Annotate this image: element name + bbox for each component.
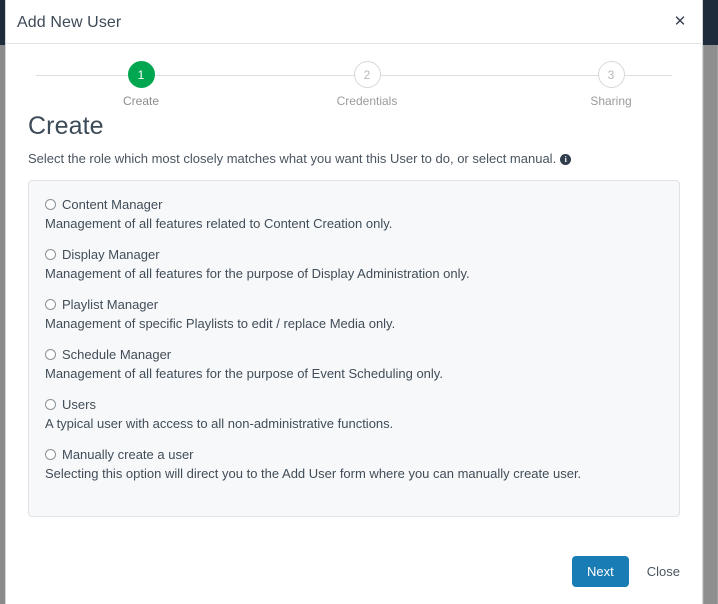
wizard-stepper: 1 Create 2 Credentials 3 Sharing xyxy=(28,44,680,110)
step-label-sharing: Sharing xyxy=(551,94,671,108)
radio-button-users[interactable] xyxy=(45,399,56,410)
role-option-head[interactable]: Manually create a user xyxy=(45,447,663,462)
role-option-description: Management of all features related to Co… xyxy=(45,216,663,231)
page-scrollbar-thumb[interactable] xyxy=(704,45,717,604)
role-option-head[interactable]: Playlist Manager xyxy=(45,297,663,312)
role-option-users[interactable]: Users A typical user with access to all … xyxy=(45,397,663,431)
role-option-display-manager[interactable]: Display Manager Management of all featur… xyxy=(45,247,663,281)
role-option-manual[interactable]: Manually create a user Selecting this op… xyxy=(45,447,663,481)
role-option-head[interactable]: Users xyxy=(45,397,663,412)
role-option-label: Display Manager xyxy=(62,247,160,262)
role-option-head[interactable]: Content Manager xyxy=(45,197,663,212)
page-scrollbar[interactable] xyxy=(703,45,718,604)
section-description-text: Select the role which most closely match… xyxy=(28,151,556,166)
stepper-step-credentials[interactable]: 2 Credentials xyxy=(307,61,427,108)
modal-header: Add New User ✕ xyxy=(6,0,702,44)
modal-footer: Next Close xyxy=(6,538,702,604)
radio-button-schedule-manager[interactable] xyxy=(45,349,56,360)
role-option-description: A typical user with access to all non-ad… xyxy=(45,416,663,431)
role-option-label: Manually create a user xyxy=(62,447,194,462)
next-button[interactable]: Next xyxy=(572,556,629,587)
step-number-circle-3: 3 xyxy=(598,61,625,88)
role-option-label: Playlist Manager xyxy=(62,297,158,312)
role-option-head[interactable]: Display Manager xyxy=(45,247,663,262)
step-label-credentials: Credentials xyxy=(307,94,427,108)
modal-title: Add New User xyxy=(17,14,121,32)
role-option-description: Management of all features for the purpo… xyxy=(45,266,663,281)
step-label-create: Create xyxy=(81,94,201,108)
radio-button-manual[interactable] xyxy=(45,449,56,460)
role-option-description: Management of all features for the purpo… xyxy=(45,366,663,381)
radio-button-playlist-manager[interactable] xyxy=(45,299,56,310)
role-option-playlist-manager[interactable]: Playlist Manager Management of specific … xyxy=(45,297,663,331)
radio-button-content-manager[interactable] xyxy=(45,199,56,210)
stepper-step-sharing[interactable]: 3 Sharing xyxy=(551,61,671,108)
role-option-content-manager[interactable]: Content Manager Management of all featur… xyxy=(45,197,663,231)
role-options-panel: Content Manager Management of all featur… xyxy=(28,180,680,517)
role-option-schedule-manager[interactable]: Schedule Manager Management of all featu… xyxy=(45,347,663,381)
role-option-label: Schedule Manager xyxy=(62,347,171,362)
stepper-step-create[interactable]: 1 Create xyxy=(81,61,201,108)
modal-body: 1 Create 2 Credentials 3 Sharing Create … xyxy=(6,44,702,517)
role-option-description: Selecting this option will direct you to… xyxy=(45,466,663,481)
section-description: Select the role which most closely match… xyxy=(28,151,680,166)
page-title: Create xyxy=(28,112,680,141)
role-option-label: Content Manager xyxy=(62,197,162,212)
add-new-user-modal: Add New User ✕ 1 Create 2 Credentials 3 … xyxy=(5,0,703,604)
info-icon[interactable]: i xyxy=(560,154,571,165)
close-icon[interactable]: ✕ xyxy=(670,12,690,32)
role-option-label: Users xyxy=(62,397,96,412)
role-option-description: Management of specific Playlists to edit… xyxy=(45,316,663,331)
step-number-circle-1: 1 xyxy=(128,61,155,88)
role-option-head[interactable]: Schedule Manager xyxy=(45,347,663,362)
close-button[interactable]: Close xyxy=(645,556,682,587)
step-number-circle-2: 2 xyxy=(354,61,381,88)
radio-button-display-manager[interactable] xyxy=(45,249,56,260)
